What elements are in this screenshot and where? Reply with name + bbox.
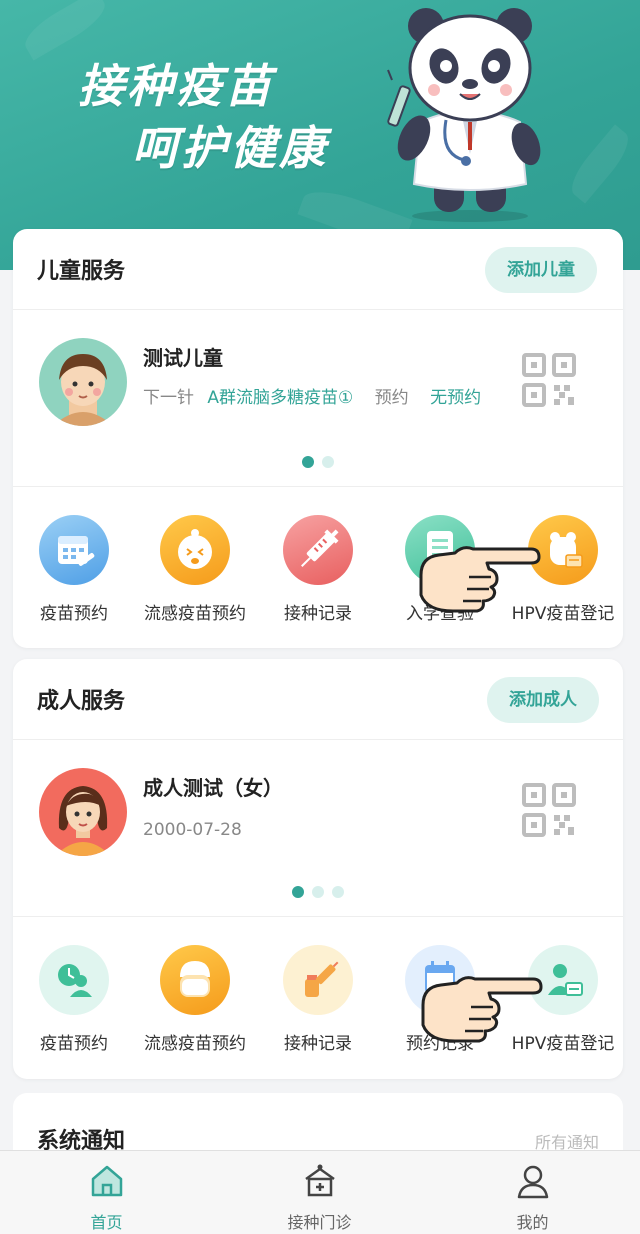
qr-code-icon[interactable] [521,352,577,408]
service-vaccination-record[interactable]: 接种记录 [256,515,380,624]
adult-services-header: 成人服务 添加成人 [13,659,623,740]
pointing-hand-overlay-icon [421,976,543,1043]
appointment-label: 预约 [374,388,409,408]
adult-birth-date: 2000-07-28 [143,820,242,840]
service-vaccination-record[interactable]: 接种记录 [256,945,380,1054]
clock-person-icon [39,945,109,1015]
tab-home[interactable]: 首页 [0,1151,213,1233]
banner-slogan-line2: 呵护健康 [132,121,328,175]
carousel-dot[interactable] [312,886,324,898]
bottom-tab-bar: 首页 接种门诊 我的 [0,1150,640,1234]
add-adult-button[interactable]: 添加成人 [487,677,599,723]
carousel-indicator [13,453,623,472]
tab-label: 首页 [90,1213,123,1232]
banner-slogan-line1: 接种疫苗 [78,59,274,113]
carousel-dot[interactable] [302,456,314,468]
service-flu-appointment[interactable]: 流感疫苗预约 [133,945,257,1054]
tab-label: 我的 [516,1213,549,1232]
adult-services-card: 成人服务 添加成人 成人测试（女） 2000-07-28 疫苗预约 流感疫苗预约… [13,659,623,1079]
child-services-card: 儿童服务 添加儿童 测试儿童 下一针 A群流脑多糖疫苗① 预约 无预约 疫苗预约… [13,229,623,648]
carousel-dot[interactable] [292,886,304,898]
carousel-dot[interactable] [322,456,334,468]
child-next-dose-info: 下一针 A群流脑多糖疫苗① 预约 无预约 [143,382,493,415]
child-services-header: 儿童服务 添加儿童 [13,229,623,310]
service-label: 疫苗预约 [40,1034,108,1054]
carousel-indicator [13,883,623,902]
next-dose-value: A群流脑多糖疫苗① [207,388,354,408]
appointment-value: 无预约 [430,388,482,408]
adult-services-title: 成人服务 [37,689,126,714]
service-vaccine-appointment[interactable]: 疫苗预约 [12,515,136,624]
vaccine-bottle-icon [283,945,353,1015]
tab-profile[interactable]: 我的 [426,1151,639,1233]
tab-label: 接种门诊 [287,1213,352,1232]
masked-face-icon [160,945,230,1015]
syringe-icon [283,515,353,585]
qr-code-icon[interactable] [521,782,577,838]
child-profile-card[interactable]: 测试儿童 下一针 A群流脑多糖疫苗① 预约 无预约 [13,310,623,487]
adult-profile-card[interactable]: 成人测试（女） 2000-07-28 [13,740,623,917]
child-services-grid: 疫苗预约 流感疫苗预约 接种记录 入学查验 HPV疫苗登记 [13,487,623,649]
adult-services-grid: 疫苗预约 流感疫苗预约 接种记录 预约记录 HPV疫苗登记 [13,917,623,1079]
user-icon [517,1165,548,1199]
home-icon [91,1165,122,1197]
clinic-icon [304,1164,335,1197]
adult-avatar [39,768,127,856]
child-avatar [39,338,127,426]
service-label: 接种记录 [284,604,352,624]
adult-name: 成人测试（女） [143,776,283,800]
add-child-button[interactable]: 添加儿童 [485,247,597,293]
pointing-hand-overlay-icon [419,546,541,613]
sick-child-icon [160,515,230,585]
service-vaccine-appointment[interactable]: 疫苗预约 [12,945,136,1054]
carousel-dot[interactable] [332,886,344,898]
next-dose-label: 下一针 [143,388,194,408]
child-name: 测试儿童 [143,346,223,370]
service-label: 接种记录 [284,1034,352,1054]
child-services-title: 儿童服务 [37,259,126,284]
panda-doctor-mascot-icon [387,8,541,222]
service-flu-appointment[interactable]: 流感疫苗预约 [133,515,257,624]
service-label: 疫苗预约 [40,604,108,624]
service-label: 流感疫苗预约 [144,1034,246,1054]
service-label: 流感疫苗预约 [144,604,246,624]
tab-clinic[interactable]: 接种门诊 [213,1151,426,1233]
calendar-syringe-icon [39,515,109,585]
